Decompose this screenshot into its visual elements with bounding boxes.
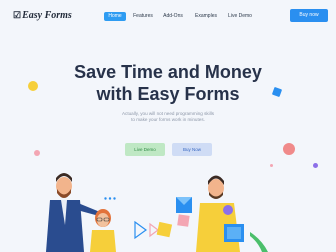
hero-illustration bbox=[46, 173, 268, 252]
yellow-square-shape bbox=[156, 221, 173, 238]
woman-illustration bbox=[90, 209, 116, 252]
play-icon bbox=[134, 220, 148, 240]
man-with-box-illustration bbox=[196, 175, 244, 252]
purple-circle-shape bbox=[223, 205, 233, 215]
pink-square-shape bbox=[177, 214, 190, 227]
green-leaf-shape bbox=[250, 232, 268, 252]
